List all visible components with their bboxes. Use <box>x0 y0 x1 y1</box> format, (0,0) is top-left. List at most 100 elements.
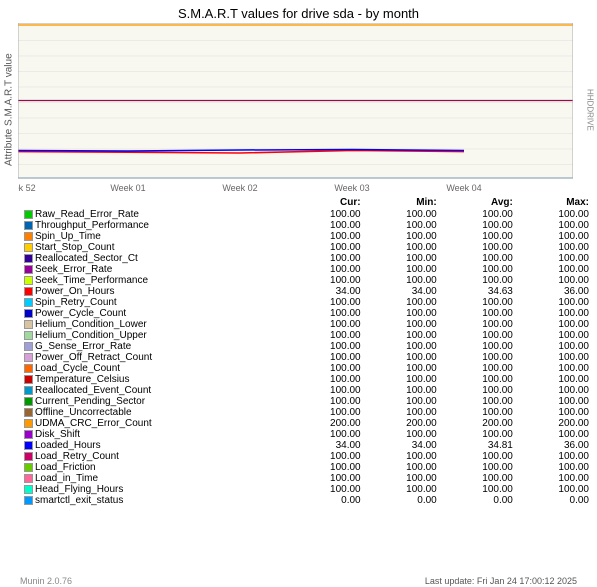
legend-min: 34.00 <box>365 286 441 297</box>
legend-color-box <box>24 287 33 296</box>
legend-max: 100.00 <box>517 253 593 264</box>
legend-avg: 34.81 <box>441 440 517 451</box>
legend-color-box <box>24 452 33 461</box>
svg-text:Week 04: Week 04 <box>446 183 481 193</box>
legend-avg: 100.00 <box>441 308 517 319</box>
legend-avg: 100.00 <box>441 253 517 264</box>
legend-avg: 100.00 <box>441 220 517 231</box>
legend-min: 100.00 <box>365 473 441 484</box>
legend-row: Spin_Retry_Count100.00100.00100.00100.00 <box>20 297 593 308</box>
chart-svg: 200 180 160 140 120 100 80 <box>18 23 573 193</box>
col-min: Min: <box>365 196 441 209</box>
legend-color-box <box>24 463 33 472</box>
col-cur: Cur: <box>288 196 364 209</box>
legend-row: Start_Stop_Count100.00100.00100.00100.00 <box>20 242 593 253</box>
legend-wrapper: Cur: Min: Avg: Max: Raw_Read_Error_Rate 1… <box>0 196 597 575</box>
legend-avg: 100.00 <box>441 451 517 462</box>
legend-min: 100.00 <box>365 363 441 374</box>
legend-metric-name: Seek_Time_Performance <box>35 275 148 286</box>
legend-min: 34.00 <box>365 440 441 451</box>
legend-avg: 200.00 <box>441 418 517 429</box>
legend-row: Seek_Time_Performance100.00100.00100.001… <box>20 275 593 286</box>
legend-name-cell: G_Sense_Error_Rate <box>20 341 288 352</box>
legend-cur: 100.00 <box>288 462 364 473</box>
main-container: S.M.A.R.T values for drive sda - by mont… <box>0 0 597 587</box>
legend-name-cell: Helium_Condition_Upper <box>20 330 288 341</box>
legend-max: 100.00 <box>517 473 593 484</box>
legend-min: 100.00 <box>365 253 441 264</box>
legend-row: Spin_Up_Time100.00100.00100.00100.00 <box>20 231 593 242</box>
legend-color-box <box>24 254 33 263</box>
legend-cur: 0.00 <box>288 495 364 506</box>
legend-name-cell: UDMA_CRC_Error_Count <box>20 418 288 429</box>
legend-metric-name: Load_in_Time <box>35 473 98 484</box>
legend-row: Loaded_Hours34.0034.0034.8136.00 <box>20 440 593 451</box>
legend-color-box <box>24 430 33 439</box>
chart-area: Attribute S.M.A.R.T value 200 180 160 14… <box>0 23 597 196</box>
legend-color-box <box>24 408 33 417</box>
legend-max: 100.00 <box>517 363 593 374</box>
legend-name-cell: Disk_Shift <box>20 429 288 440</box>
legend-row: Helium_Condition_Lower100.00100.00100.00… <box>20 319 593 330</box>
legend-metric-name: Load_Retry_Count <box>35 451 119 462</box>
legend-min: 100.00 <box>365 308 441 319</box>
legend-name-cell: Spin_Up_Time <box>20 231 288 242</box>
legend-metric-name: Power_On_Hours <box>35 286 114 297</box>
legend-min: 100.00 <box>365 319 441 330</box>
legend-avg: 100.00 <box>441 429 517 440</box>
svg-text:Week 03: Week 03 <box>334 183 369 193</box>
legend-cur: 100.00 <box>288 319 364 330</box>
legend-name-cell: Helium_Condition_Lower <box>20 319 288 330</box>
legend-color-box <box>24 474 33 483</box>
legend-avg: 100.00 <box>441 297 517 308</box>
legend-color-box <box>24 397 33 406</box>
col-name <box>20 196 288 209</box>
legend-header: Cur: Min: Avg: Max: <box>20 196 593 209</box>
legend-row: Current_Pending_Sector100.00100.00100.00… <box>20 396 593 407</box>
legend-min: 100.00 <box>365 220 441 231</box>
legend-avg: 100.00 <box>441 407 517 418</box>
legend-avg: 0.00 <box>441 495 517 506</box>
legend-min: 100.00 <box>365 341 441 352</box>
legend-row: Helium_Condition_Upper100.00100.00100.00… <box>20 330 593 341</box>
legend-metric-name: Reallocated_Event_Count <box>35 385 151 396</box>
legend-avg: 100.00 <box>441 231 517 242</box>
legend-color-box <box>24 496 33 505</box>
legend-cur: 34.00 <box>288 286 364 297</box>
legend-color-box <box>24 309 33 318</box>
legend-color-box <box>24 298 33 307</box>
legend-cur: 34.00 <box>288 440 364 451</box>
legend-name-cell: smartctl_exit_status <box>20 495 288 506</box>
legend-cur: 100.00 <box>288 253 364 264</box>
legend-name-cell: Power_Cycle_Count <box>20 308 288 319</box>
legend-color-box <box>24 441 33 450</box>
chart-title: S.M.A.R.T values for drive sda - by mont… <box>0 0 597 23</box>
legend-color-box <box>24 375 33 384</box>
legend-cur: 100.00 <box>288 407 364 418</box>
legend-avg: 100.00 <box>441 330 517 341</box>
legend-min: 100.00 <box>365 231 441 242</box>
legend-max: 100.00 <box>517 374 593 385</box>
legend-name-cell: Start_Stop_Count <box>20 242 288 253</box>
legend-min: 100.00 <box>365 451 441 462</box>
legend-metric-name: Power_Off_Retract_Count <box>35 352 152 363</box>
legend-row: Seek_Error_Rate100.00100.00100.00100.00 <box>20 264 593 275</box>
legend-max: 100.00 <box>517 396 593 407</box>
legend-row: Power_Off_Retract_Count100.00100.00100.0… <box>20 352 593 363</box>
legend-row: Load_in_Time100.00100.00100.00100.00 <box>20 473 593 484</box>
col-max: Max: <box>517 196 593 209</box>
legend-cur: 100.00 <box>288 297 364 308</box>
legend-cur: 100.00 <box>288 374 364 385</box>
legend-row: smartctl_exit_status0.000.000.000.00 <box>20 495 593 506</box>
legend-color-box <box>24 276 33 285</box>
legend-color-box <box>24 342 33 351</box>
legend-cur: 100.00 <box>288 385 364 396</box>
legend-metric-name: Head_Flying_Hours <box>35 484 123 495</box>
legend-metric-name: Temperature_Celsius <box>35 374 130 385</box>
legend-name-cell: Power_Off_Retract_Count <box>20 352 288 363</box>
legend-metric-name: Raw_Read_Error_Rate <box>35 209 139 220</box>
legend-min: 100.00 <box>365 242 441 253</box>
legend-cur: 100.00 <box>288 352 364 363</box>
legend-name-cell: Load_in_Time <box>20 473 288 484</box>
legend-min: 100.00 <box>365 385 441 396</box>
